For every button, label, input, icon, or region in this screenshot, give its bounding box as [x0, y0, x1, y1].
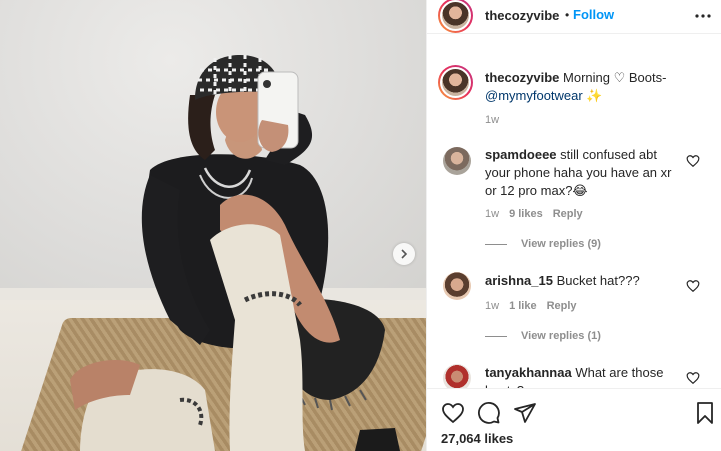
comment-reply-button[interactable]: Reply [553, 208, 583, 220]
comment-reply-button[interactable]: Reply [547, 300, 577, 312]
comment-body: spamdoeee still confused abt your phone … [485, 146, 685, 200]
replies-divider-line [485, 335, 507, 337]
commenter-avatar[interactable] [443, 364, 471, 388]
author-avatar[interactable] [438, 0, 473, 33]
caption-mention-link[interactable]: @mymyfootwear [485, 88, 583, 103]
commenter-avatar[interactable] [443, 272, 471, 300]
comment-likes[interactable]: 1 like [509, 300, 537, 312]
post-caption: thecozyvibe Morning ♡ Boots- @mymyfootwe… [485, 69, 705, 105]
post-photo[interactable] [0, 0, 426, 451]
follow-button[interactable]: Follow [573, 7, 614, 22]
comment-meta: 1w 9 likes Reply [485, 208, 583, 220]
commenter-username[interactable]: arishna_15 [485, 273, 553, 288]
comment-like-heart-icon[interactable] [686, 154, 700, 168]
comment-icon[interactable] [477, 401, 501, 425]
comment-timestamp[interactable]: 1w [485, 300, 499, 312]
comment-body: arishna_15 Bucket hat??? [485, 272, 685, 290]
more-options-icon[interactable] [693, 6, 713, 26]
commenter-username[interactable]: tanyakhannaa [485, 365, 572, 380]
heart-icon[interactable] [441, 401, 465, 425]
comment-item: spamdoeee still confused abt your phone … [427, 146, 721, 250]
like-count[interactable]: 27,064 likes [441, 431, 513, 446]
caption-username[interactable]: thecozyvibe [485, 70, 559, 85]
view-replies-label: View replies (1) [521, 330, 601, 342]
caption-timestamp[interactable]: 1w [485, 114, 499, 126]
comment-meta: 1w 1 like Reply [485, 300, 577, 312]
chevron-right-icon [401, 249, 408, 259]
comment-likes[interactable]: 9 likes [509, 208, 543, 220]
comment-like-heart-icon[interactable] [686, 371, 700, 385]
view-replies-button[interactable]: View replies (1) [485, 330, 601, 342]
post-actions-bar: 27,064 likes [427, 388, 721, 451]
author-username[interactable]: thecozyvibe [485, 8, 559, 23]
view-replies-label: View replies (9) [521, 238, 601, 250]
photo-figure [70, 55, 400, 451]
comment-item: arishna_15 Bucket hat??? 1w 1 like Reply… [427, 272, 721, 344]
comment-body: tanyakhannaa What are those boots? [485, 364, 685, 388]
commenter-username[interactable]: spamdoeee [485, 147, 557, 162]
carousel-next-button[interactable] [393, 243, 415, 265]
post-sidebar: thecozyvibe • Follow thecozyvibe Morning… [426, 0, 721, 451]
view-replies-button[interactable]: View replies (9) [485, 238, 601, 250]
commenter-avatar[interactable] [443, 147, 471, 175]
comment-like-heart-icon[interactable] [686, 279, 700, 293]
caption-text: Morning ♡ Boots- [563, 70, 667, 85]
comment-text: Bucket hat??? [556, 273, 640, 288]
post-header: thecozyvibe • Follow [427, 0, 721, 34]
separator-dot: • [565, 8, 570, 22]
caption-avatar[interactable] [438, 65, 473, 100]
replies-divider-line [485, 243, 507, 245]
comment-item: tanyakhannaa What are those boots? [427, 364, 721, 388]
sparkles-emoji: ✨ [586, 88, 603, 103]
comment-timestamp[interactable]: 1w [485, 208, 499, 220]
share-icon[interactable] [513, 401, 537, 425]
bookmark-icon[interactable] [693, 401, 717, 425]
